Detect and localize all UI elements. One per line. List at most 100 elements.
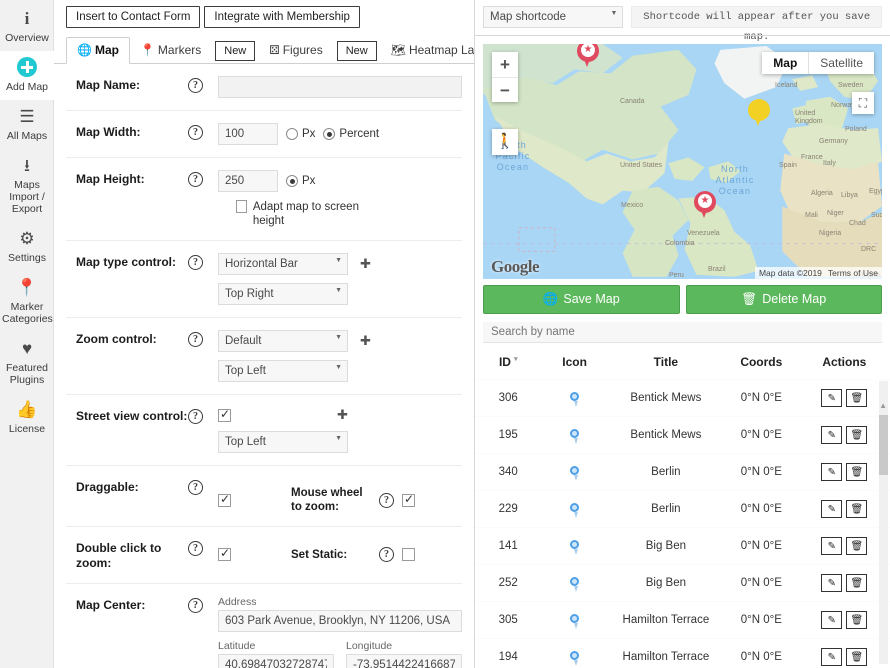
delete-marker-button[interactable]: 🗑 <box>846 648 868 667</box>
help-icon[interactable]: ? <box>188 78 203 93</box>
map-type-map-button[interactable]: Map <box>762 52 810 74</box>
zoom-control-position-select[interactable]: Top Left <box>218 360 348 382</box>
zoom-controls[interactable]: + − <box>492 52 518 102</box>
column-header-actions[interactable]: Actions <box>798 347 890 380</box>
delete-marker-button[interactable]: 🗑 <box>846 463 868 482</box>
table-row[interactable]: 141 Big Ben 0°N 0°E ✎ 🗑 <box>475 527 890 565</box>
table-row[interactable]: 229 Berlin 0°N 0°E ✎ 🗑 <box>475 490 890 528</box>
map-marker-pin[interactable]: ★ <box>694 191 716 221</box>
zoom-in-button[interactable]: + <box>492 52 518 77</box>
column-header-icon[interactable]: Icon <box>541 347 608 380</box>
tab-map[interactable]: 🌐 Map <box>66 37 130 64</box>
insert-to-contact-form-button[interactable]: Insert to Contact Form <box>66 6 201 28</box>
column-header-coords[interactable]: Coords <box>723 347 799 380</box>
table-row[interactable]: 195 Bentick Mews 0°N 0°E ✎ 🗑 <box>475 416 890 454</box>
address-input[interactable] <box>218 610 462 632</box>
map-width-unit-percent[interactable]: Percent <box>323 128 379 140</box>
edit-marker-button[interactable]: ✎ <box>821 574 843 593</box>
sidebar-item-maps-import-export[interactable]: ⭳ Maps Import / Export <box>0 149 54 222</box>
scroll-up-caret-icon[interactable]: ▲ <box>879 401 887 410</box>
mouse-wheel-checkbox[interactable] <box>402 492 415 507</box>
radio-percent[interactable] <box>323 128 336 140</box>
help-icon[interactable]: ? <box>188 255 203 270</box>
table-row[interactable]: 252 Big Ben 0°N 0°E ✎ 🗑 <box>475 564 890 602</box>
edit-marker-button[interactable]: ✎ <box>821 537 843 556</box>
edit-marker-button[interactable]: ✎ <box>821 426 843 445</box>
street-view-control-checkbox[interactable] <box>218 407 231 422</box>
edit-marker-button[interactable]: ✎ <box>821 500 843 519</box>
new-marker-button[interactable]: New <box>215 41 256 61</box>
map-type-toggle[interactable]: Map Satellite <box>762 52 874 74</box>
map-height-unit-px[interactable]: Px <box>286 175 315 187</box>
shortcode-select[interactable]: Map shortcode <box>483 6 624 28</box>
set-static-checkbox[interactable] <box>402 548 415 561</box>
checkbox-box[interactable] <box>236 200 247 213</box>
map-height-input[interactable] <box>218 170 278 192</box>
sidebar-item-overview[interactable]: i Overview <box>0 2 54 51</box>
scrollbar-thumb[interactable] <box>879 415 888 476</box>
sidebar-item-marker-categories[interactable]: 📍 Marker Categories <box>0 271 54 332</box>
delete-marker-button[interactable]: 🗑 <box>846 574 868 593</box>
longitude-input[interactable] <box>346 654 462 668</box>
edit-marker-button[interactable]: ✎ <box>821 648 843 667</box>
zoom-out-button[interactable]: − <box>492 77 518 102</box>
delete-marker-button[interactable]: 🗑 <box>846 389 868 408</box>
map-preview[interactable]: North Pacific Ocean North Atlantic Ocean… <box>483 44 882 279</box>
table-row[interactable]: 194 Hamilton Terrace 0°N 0°E ✎ 🗑 <box>475 638 890 668</box>
latitude-input[interactable] <box>218 654 334 668</box>
map-type-satellite-button[interactable]: Satellite <box>809 52 874 74</box>
edit-marker-button[interactable]: ✎ <box>821 389 843 408</box>
delete-map-button[interactable]: 🗑 Delete Map <box>685 284 882 314</box>
adapt-to-screen-height-checkbox[interactable]: Adapt map to screen height <box>236 200 366 228</box>
pegman-icon[interactable]: 🚶 <box>492 129 518 155</box>
sidebar-item-featured-plugins[interactable]: ♥ Featured Plugins <box>0 332 54 393</box>
double-click-checkbox[interactable] <box>218 546 231 561</box>
edit-marker-button[interactable]: ✎ <box>821 611 843 630</box>
sidebar-item-add-map[interactable]: Add Map <box>0 51 54 100</box>
zoom-control-select[interactable]: Default <box>218 330 348 352</box>
map-type-control-select[interactable]: Horizontal Bar <box>218 253 348 275</box>
terms-of-use-link[interactable]: Terms of Use <box>828 268 878 278</box>
radio-px[interactable] <box>286 128 298 140</box>
help-icon[interactable]: ? <box>188 125 203 140</box>
delete-marker-button[interactable]: 🗑 <box>846 537 868 556</box>
tab-markers[interactable]: 📍 Markers <box>130 38 211 63</box>
table-scrollbar[interactable]: ▲ <box>879 381 888 665</box>
map-marker-pin[interactable] <box>748 99 770 129</box>
integrate-with-membership-button[interactable]: Integrate with Membership <box>204 6 360 28</box>
save-map-button[interactable]: 🌐 Save Map <box>483 284 680 314</box>
table-row[interactable]: 306 Bentick Mews 0°N 0°E ✎ 🗑 <box>475 379 890 417</box>
sidebar-item-license[interactable]: 👍 License <box>0 393 54 442</box>
map-type-control-position-select[interactable]: Top Right <box>218 283 348 305</box>
help-icon[interactable]: ? <box>188 332 203 347</box>
help-icon[interactable]: ? <box>188 172 203 187</box>
map-marker-pin[interactable]: ★ <box>577 44 599 70</box>
help-icon[interactable]: ? <box>188 480 203 495</box>
delete-marker-button[interactable]: 🗑 <box>846 426 868 445</box>
help-icon[interactable]: ? <box>188 409 203 424</box>
edit-marker-button[interactable]: ✎ <box>821 463 843 482</box>
table-row[interactable]: 340 Berlin 0°N 0°E ✎ 🗑 <box>475 453 890 491</box>
tab-heatmap-layer[interactable]: 🗺Heatmap Layer <box>381 38 474 63</box>
tab-figures[interactable]: ⚄ Figures <box>259 38 332 63</box>
map-width-unit-px[interactable]: Px <box>286 128 315 140</box>
street-view-position-select[interactable]: Top Left <box>218 431 348 453</box>
help-icon[interactable]: ? <box>188 598 203 613</box>
help-icon[interactable]: ? <box>379 547 394 562</box>
column-header-title[interactable]: Title <box>607 347 724 380</box>
delete-marker-button[interactable]: 🗑 <box>846 500 868 519</box>
search-input[interactable] <box>483 321 882 344</box>
table-row[interactable]: 305 Hamilton Terrace 0°N 0°E ✎ 🗑 <box>475 601 890 639</box>
map-name-input[interactable] <box>218 76 462 98</box>
radio-px[interactable] <box>286 175 298 187</box>
delete-marker-button[interactable]: 🗑 <box>846 611 868 630</box>
sidebar-item-all-maps[interactable]: ☰ All Maps <box>0 100 54 149</box>
help-icon[interactable]: ? <box>379 492 394 508</box>
map-width-input[interactable] <box>218 123 278 145</box>
column-header-id[interactable]: ID ▾ <box>475 347 542 380</box>
fullscreen-icon[interactable]: ⛶ <box>852 92 874 114</box>
help-icon[interactable]: ? <box>188 541 203 556</box>
sidebar-item-settings[interactable]: ⚙ Settings <box>0 222 54 271</box>
draggable-checkbox[interactable] <box>218 492 231 507</box>
new-figure-button[interactable]: New <box>336 41 377 61</box>
